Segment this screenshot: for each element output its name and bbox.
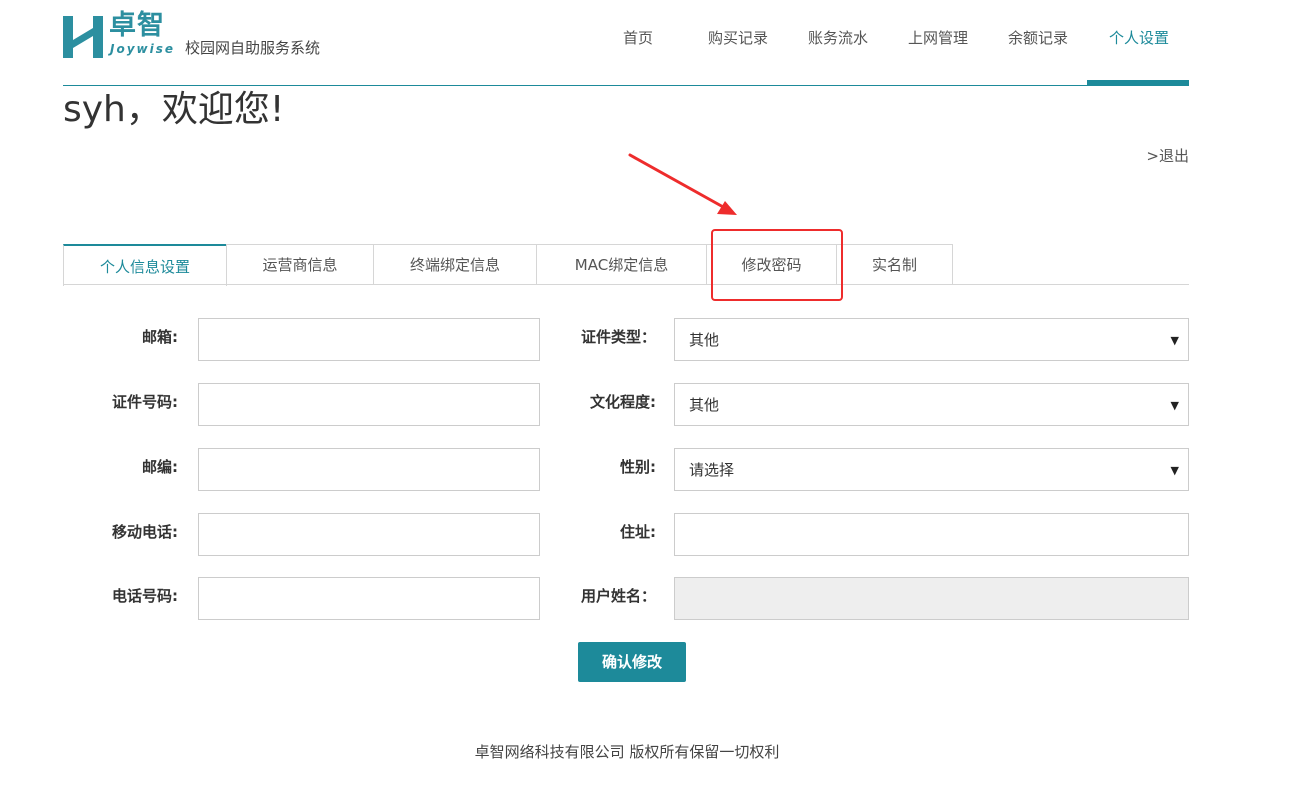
tab-mac-binding[interactable]: MAC绑定信息 [536, 244, 707, 285]
address-field[interactable] [674, 513, 1189, 556]
email-field[interactable] [198, 318, 540, 361]
education-value: 其他 [689, 396, 720, 414]
gender-value: 请选择 [689, 461, 735, 479]
red-arrow-icon [628, 153, 737, 215]
postcode-field[interactable] [198, 448, 540, 491]
tab-personal-info[interactable]: 个人信息设置 [63, 244, 227, 286]
nav-item-transactions[interactable]: 账务流水 [800, 26, 876, 50]
education-label: 文化程度: [590, 393, 656, 411]
tab-real-name[interactable]: 实名制 [836, 244, 953, 285]
username-field [674, 577, 1189, 620]
nav-item-balance-records[interactable]: 余额记录 [1000, 26, 1076, 50]
welcome-heading: syh，欢迎您! [63, 89, 285, 130]
phone-label: 电话号码: [112, 587, 178, 605]
nav-item-personal-settings[interactable]: 个人设置 [1098, 26, 1180, 50]
username-label: 用户姓名： [580, 587, 656, 605]
caret-down-icon: ▼ [1170, 334, 1179, 347]
id-type-value: 其他 [689, 331, 720, 349]
tabs-baseline [63, 284, 1189, 285]
nav-item-purchase-records[interactable]: 购买记录 [700, 26, 776, 50]
nav-item-home[interactable]: 首页 [608, 26, 668, 50]
phone-field[interactable] [198, 577, 540, 620]
header: 卓智 Joywise 校园网自助服务系统 首页 购买记录 账务流水 上网管理 余… [0, 0, 1310, 90]
tab-terminal-binding[interactable]: 终端绑定信息 [373, 244, 537, 285]
mobile-field[interactable] [198, 513, 540, 556]
id-type-select[interactable]: 其他 ▼ [674, 318, 1189, 361]
joywise-logo-icon[interactable] [63, 16, 105, 58]
email-label: 邮箱: [142, 328, 178, 346]
mobile-label: 移动电话: [112, 523, 178, 541]
caret-down-icon: ▼ [1170, 464, 1179, 477]
nav-item-network-management[interactable]: 上网管理 [900, 26, 976, 50]
brand-name-cn: 卓智 [109, 10, 165, 41]
footer-copyright: 卓智网络科技有限公司 版权所有保留一切权利 [474, 743, 780, 761]
gender-label: 性别: [620, 458, 656, 476]
postcode-label: 邮编: [142, 458, 178, 476]
id-number-field[interactable] [198, 383, 540, 426]
id-number-label: 证件号码: [112, 393, 178, 411]
caret-down-icon: ▼ [1170, 399, 1179, 412]
confirm-button[interactable]: 确认修改 [578, 642, 686, 682]
education-select[interactable]: 其他 ▼ [674, 383, 1189, 426]
logout-link[interactable]: >退出 [1140, 146, 1189, 166]
annotation-highlight-box [711, 229, 843, 301]
brand-name-en: Joywise [110, 42, 176, 56]
id-type-label: 证件类型： [580, 328, 656, 346]
brand-subtitle: 校园网自助服务系统 [185, 39, 321, 57]
tab-carrier-info[interactable]: 运营商信息 [226, 244, 374, 285]
gender-select[interactable]: 请选择 ▼ [674, 448, 1189, 491]
address-label: 住址: [620, 523, 656, 541]
